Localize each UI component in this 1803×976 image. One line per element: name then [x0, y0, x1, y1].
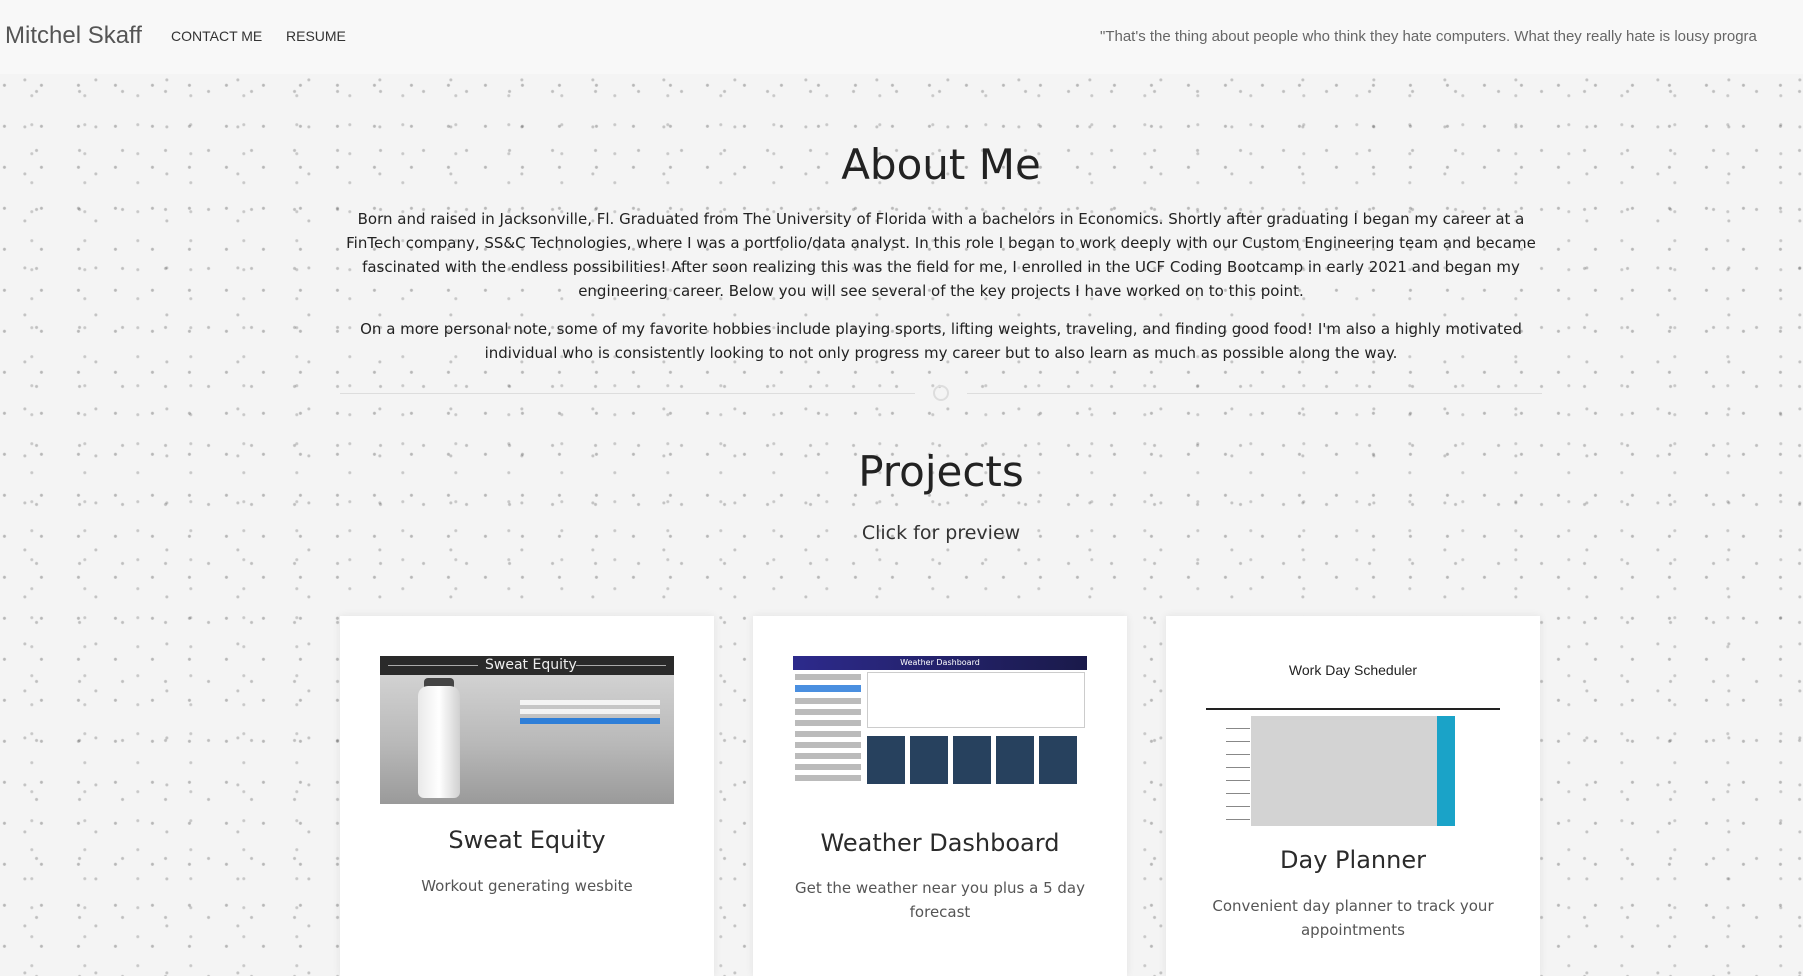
thumbnail-save-buttons — [1437, 716, 1455, 826]
nav-resume[interactable]: RESUME — [286, 28, 346, 44]
header-quote: "That's the thing about people who think… — [1100, 28, 1757, 45]
thumbnail-header: Weather Dashboard — [793, 656, 1087, 670]
project-card-day-planner[interactable]: Work Day Scheduler Day Planner Convenien… — [1166, 616, 1540, 976]
navbar: Mitchel Skaff CONTACT ME RESUME "That's … — [0, 0, 1803, 74]
thumbnail-sidebar — [793, 674, 863, 786]
card-title: Sweat Equity — [448, 826, 606, 854]
card-description: Get the weather near you plus a 5 day fo… — [795, 879, 1085, 921]
about-title: About Me — [841, 140, 1041, 189]
weather-dashboard-thumbnail[interactable]: Weather Dashboard — [793, 656, 1087, 794]
section-divider — [340, 383, 1542, 403]
divider-circle-icon — [933, 385, 949, 401]
thumbnail-title: Work Day Scheduler — [1288, 662, 1418, 678]
sweat-equity-thumbnail[interactable]: Sweat Equity — [380, 656, 674, 804]
forecast-card — [953, 736, 991, 784]
card-description: Workout generating wesbite — [421, 877, 633, 895]
water-bottle-shape — [418, 686, 460, 798]
about-paragraph-1: Born and raised in Jacksonville, Fl. Gra… — [346, 210, 1536, 300]
project-card-sweat-equity[interactable]: Sweat Equity Sweat Equity Workout genera… — [340, 616, 714, 976]
thumbnail-rows — [1251, 716, 1437, 826]
brand-link[interactable]: Mitchel Skaff — [5, 22, 142, 50]
card-title: Day Planner — [1280, 846, 1426, 874]
day-planner-thumbnail[interactable]: Work Day Scheduler — [1206, 656, 1500, 826]
project-card-weather-dashboard[interactable]: Weather Dashboard Weather Dashboard Get … — [753, 616, 1127, 976]
thumbnail-today-panel — [867, 672, 1085, 728]
nav-contact-me[interactable]: CONTACT ME — [171, 28, 262, 44]
card-description: Convenient day planner to track your app… — [1212, 897, 1494, 939]
thumbnail-time-column — [1226, 716, 1250, 826]
forecast-card — [996, 736, 1034, 784]
thumbnail-rule — [1206, 708, 1500, 710]
forecast-card — [1039, 736, 1077, 784]
projects-title: Projects — [858, 447, 1024, 496]
divider-line-left — [340, 393, 915, 394]
thumbnail-title: Sweat Equity — [485, 657, 577, 673]
about-paragraph-2: On a more personal note, some of my favo… — [360, 320, 1522, 362]
thumbnail-form — [520, 700, 660, 732]
project-cards: Sweat Equity Sweat Equity Workout genera… — [340, 616, 1542, 976]
card-title: Weather Dashboard — [820, 829, 1060, 857]
forecast-card — [867, 736, 905, 784]
divider-line-right — [967, 393, 1542, 394]
thumbnail-header: Sweat Equity — [380, 656, 674, 675]
forecast-card — [910, 736, 948, 784]
projects-subtitle: Click for preview — [861, 522, 1021, 544]
main-content: About Me Born and raised in Jacksonville… — [340, 140, 1542, 976]
